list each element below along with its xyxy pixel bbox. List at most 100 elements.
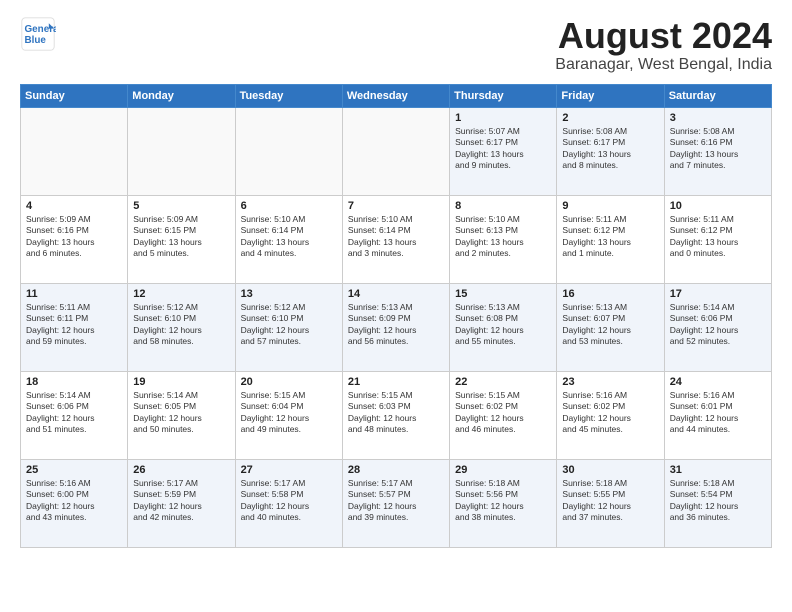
day-cell xyxy=(21,107,128,195)
day-cell: 27 Sunrise: 5:17 AM Sunset: 5:58 PM Dayli… xyxy=(235,459,342,547)
day-cell: 14 Sunrise: 5:13 AM Sunset: 6:09 PM Dayli… xyxy=(342,283,449,371)
day-info: Sunrise: 5:16 AM Sunset: 6:00 PM Dayligh… xyxy=(26,478,122,524)
day-cell: 30 Sunrise: 5:18 AM Sunset: 5:55 PM Dayli… xyxy=(557,459,664,547)
day-info: Sunrise: 5:16 AM Sunset: 6:01 PM Dayligh… xyxy=(670,390,766,436)
day-info: Sunrise: 5:15 AM Sunset: 6:04 PM Dayligh… xyxy=(241,390,337,436)
day-cell: 29 Sunrise: 5:18 AM Sunset: 5:56 PM Dayli… xyxy=(450,459,557,547)
day-info: Sunrise: 5:13 AM Sunset: 6:07 PM Dayligh… xyxy=(562,302,658,348)
day-cell: 23 Sunrise: 5:16 AM Sunset: 6:02 PM Dayli… xyxy=(557,371,664,459)
day-cell: 25Sunrise: 5:16 AM Sunset: 6:00 PM Dayli… xyxy=(21,459,128,547)
day-cell: 12Sunrise: 5:12 AM Sunset: 6:10 PM Dayli… xyxy=(128,283,235,371)
day-number: 26 xyxy=(133,464,229,476)
day-cell: 16 Sunrise: 5:13 AM Sunset: 6:07 PM Dayli… xyxy=(557,283,664,371)
logo-icon: General Blue xyxy=(20,16,56,52)
day-number: 23 xyxy=(562,376,658,388)
week-row-3: 11 Sunrise: 5:11 AM Sunset: 6:11 PM Dayli… xyxy=(21,283,772,371)
day-number: 11 xyxy=(26,288,122,300)
day-number: 5 xyxy=(133,200,229,212)
day-number: 4 xyxy=(26,200,122,212)
day-info: Sunrise: 5:09 AM Sunset: 6:16 PM Dayligh… xyxy=(26,214,122,260)
day-info: Sunrise: 5:15 AM Sunset: 6:03 PM Dayligh… xyxy=(348,390,444,436)
day-number: 6 xyxy=(241,200,337,212)
day-info: Sunrise: 5:11 AM Sunset: 6:12 PM Dayligh… xyxy=(562,214,658,260)
day-info: Sunrise: 5:13 AM Sunset: 6:08 PM Dayligh… xyxy=(455,302,551,348)
day-cell: 18 Sunrise: 5:14 AM Sunset: 6:06 PM Dayli… xyxy=(21,371,128,459)
header: General Blue August 2024 Baranagar, West… xyxy=(20,16,772,74)
day-info: Sunrise: 5:12 AM Sunset: 6:10 PM Dayligh… xyxy=(241,302,337,348)
day-number: 15 xyxy=(455,288,551,300)
day-number: 22 xyxy=(455,376,551,388)
week-row-5: 25Sunrise: 5:16 AM Sunset: 6:00 PM Dayli… xyxy=(21,459,772,547)
day-info: Sunrise: 5:09 AM Sunset: 6:15 PM Dayligh… xyxy=(133,214,229,260)
day-cell xyxy=(128,107,235,195)
day-number: 17 xyxy=(670,288,766,300)
day-cell: 19Sunrise: 5:14 AM Sunset: 6:05 PM Dayli… xyxy=(128,371,235,459)
day-info: Sunrise: 5:10 AM Sunset: 6:14 PM Dayligh… xyxy=(348,214,444,260)
day-number: 20 xyxy=(241,376,337,388)
day-number: 18 xyxy=(26,376,122,388)
day-number: 3 xyxy=(670,112,766,124)
day-cell: 10 Sunrise: 5:11 AM Sunset: 6:12 PM Dayli… xyxy=(664,195,771,283)
day-info: Sunrise: 5:12 AM Sunset: 6:10 PM Dayligh… xyxy=(133,302,229,348)
day-cell: 8 Sunrise: 5:10 AM Sunset: 6:13 PM Daylig… xyxy=(450,195,557,283)
day-number: 13 xyxy=(241,288,337,300)
day-info: Sunrise: 5:16 AM Sunset: 6:02 PM Dayligh… xyxy=(562,390,658,436)
day-cell: 11 Sunrise: 5:11 AM Sunset: 6:11 PM Dayli… xyxy=(21,283,128,371)
day-number: 30 xyxy=(562,464,658,476)
day-info: Sunrise: 5:18 AM Sunset: 5:55 PM Dayligh… xyxy=(562,478,658,524)
day-number: 16 xyxy=(562,288,658,300)
day-info: Sunrise: 5:15 AM Sunset: 6:02 PM Dayligh… xyxy=(455,390,551,436)
logo: General Blue xyxy=(20,16,56,52)
month-title: August 2024 xyxy=(555,16,772,56)
day-cell: 9Sunrise: 5:11 AM Sunset: 6:12 PM Daylig… xyxy=(557,195,664,283)
day-number: 8 xyxy=(455,200,551,212)
day-info: Sunrise: 5:17 AM Sunset: 5:59 PM Dayligh… xyxy=(133,478,229,524)
day-info: Sunrise: 5:18 AM Sunset: 5:54 PM Dayligh… xyxy=(670,478,766,524)
day-info: Sunrise: 5:17 AM Sunset: 5:58 PM Dayligh… xyxy=(241,478,337,524)
col-header-monday: Monday xyxy=(128,84,235,107)
day-cell: 21Sunrise: 5:15 AM Sunset: 6:03 PM Dayli… xyxy=(342,371,449,459)
day-info: Sunrise: 5:13 AM Sunset: 6:09 PM Dayligh… xyxy=(348,302,444,348)
col-header-tuesday: Tuesday xyxy=(235,84,342,107)
day-info: Sunrise: 5:11 AM Sunset: 6:12 PM Dayligh… xyxy=(670,214,766,260)
day-info: Sunrise: 5:18 AM Sunset: 5:56 PM Dayligh… xyxy=(455,478,551,524)
day-number: 19 xyxy=(133,376,229,388)
title-block: August 2024 Baranagar, West Bengal, Indi… xyxy=(555,16,772,74)
day-info: Sunrise: 5:11 AM Sunset: 6:11 PM Dayligh… xyxy=(26,302,122,348)
col-header-sunday: Sunday xyxy=(21,84,128,107)
week-row-1: 1 Sunrise: 5:07 AM Sunset: 6:17 PM Daylig… xyxy=(21,107,772,195)
day-number: 7 xyxy=(348,200,444,212)
day-number: 28 xyxy=(348,464,444,476)
week-row-4: 18 Sunrise: 5:14 AM Sunset: 6:06 PM Dayli… xyxy=(21,371,772,459)
day-cell: 31Sunrise: 5:18 AM Sunset: 5:54 PM Dayli… xyxy=(664,459,771,547)
day-cell: 13 Sunrise: 5:12 AM Sunset: 6:10 PM Dayli… xyxy=(235,283,342,371)
day-cell: 24Sunrise: 5:16 AM Sunset: 6:01 PM Dayli… xyxy=(664,371,771,459)
day-info: Sunrise: 5:10 AM Sunset: 6:14 PM Dayligh… xyxy=(241,214,337,260)
col-header-saturday: Saturday xyxy=(664,84,771,107)
day-cell: 26 Sunrise: 5:17 AM Sunset: 5:59 PM Dayli… xyxy=(128,459,235,547)
day-info: Sunrise: 5:08 AM Sunset: 6:17 PM Dayligh… xyxy=(562,126,658,172)
day-info: Sunrise: 5:14 AM Sunset: 6:06 PM Dayligh… xyxy=(26,390,122,436)
svg-text:Blue: Blue xyxy=(25,35,47,46)
day-cell: 20 Sunrise: 5:15 AM Sunset: 6:04 PM Dayli… xyxy=(235,371,342,459)
col-header-wednesday: Wednesday xyxy=(342,84,449,107)
day-number: 10 xyxy=(670,200,766,212)
week-row-2: 4 Sunrise: 5:09 AM Sunset: 6:16 PM Daylig… xyxy=(21,195,772,283)
header-row: SundayMondayTuesdayWednesdayThursdayFrid… xyxy=(21,84,772,107)
day-number: 1 xyxy=(455,112,551,124)
day-cell: 6 Sunrise: 5:10 AM Sunset: 6:14 PM Daylig… xyxy=(235,195,342,283)
day-number: 14 xyxy=(348,288,444,300)
day-cell: 1 Sunrise: 5:07 AM Sunset: 6:17 PM Daylig… xyxy=(450,107,557,195)
col-header-friday: Friday xyxy=(557,84,664,107)
day-number: 29 xyxy=(455,464,551,476)
day-number: 2 xyxy=(562,112,658,124)
day-info: Sunrise: 5:14 AM Sunset: 6:06 PM Dayligh… xyxy=(670,302,766,348)
page: General Blue August 2024 Baranagar, West… xyxy=(0,0,792,612)
day-number: 27 xyxy=(241,464,337,476)
location: Baranagar, West Bengal, India xyxy=(555,56,772,74)
day-cell: 28Sunrise: 5:17 AM Sunset: 5:57 PM Dayli… xyxy=(342,459,449,547)
day-cell: 5 Sunrise: 5:09 AM Sunset: 6:15 PM Daylig… xyxy=(128,195,235,283)
day-info: Sunrise: 5:07 AM Sunset: 6:17 PM Dayligh… xyxy=(455,126,551,172)
day-cell: 15 Sunrise: 5:13 AM Sunset: 6:08 PM Dayli… xyxy=(450,283,557,371)
day-info: Sunrise: 5:10 AM Sunset: 6:13 PM Dayligh… xyxy=(455,214,551,260)
